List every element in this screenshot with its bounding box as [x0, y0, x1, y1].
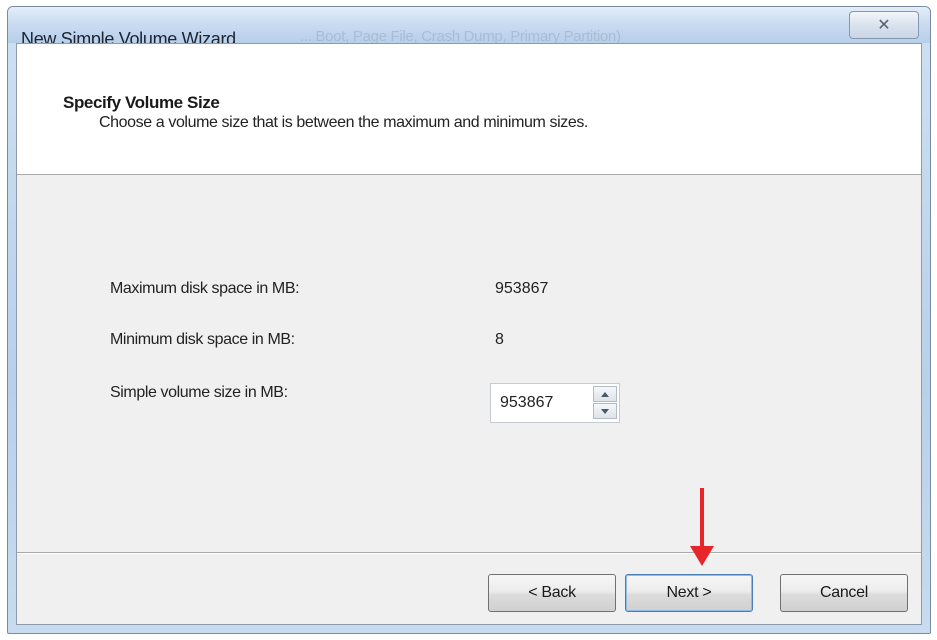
- spin-down-button[interactable]: [593, 403, 617, 419]
- volume-size-stepper: [490, 383, 620, 423]
- page-subtitle: Choose a volume size that is between the…: [99, 114, 588, 131]
- back-button[interactable]: < Back: [488, 574, 616, 612]
- footer-divider: [17, 552, 921, 554]
- max-space-value: 953867: [495, 280, 549, 297]
- close-icon: ✕: [877, 17, 891, 34]
- min-space-label: Minimum disk space in MB:: [110, 331, 295, 348]
- spin-buttons: [593, 386, 617, 420]
- volume-size-input[interactable]: [491, 384, 592, 422]
- red-arrow-icon: [690, 488, 714, 566]
- min-space-value: 8: [495, 331, 504, 348]
- next-button[interactable]: Next >: [625, 574, 753, 612]
- up-arrow-icon: [601, 391, 609, 397]
- volume-size-label: Simple volume size in MB:: [110, 384, 288, 401]
- cancel-button[interactable]: Cancel: [780, 574, 908, 612]
- wizard-client-area: Specify Volume Size Choose a volume size…: [16, 43, 922, 625]
- close-button[interactable]: ✕: [849, 11, 919, 39]
- down-arrow-icon: [601, 408, 609, 414]
- page-title: Specify Volume Size: [63, 93, 220, 112]
- wizard-header: Specify Volume Size Choose a volume size…: [17, 44, 921, 175]
- spin-up-button[interactable]: [593, 386, 617, 402]
- wizard-window: New Simple Volume Wizard ... Boot, Page …: [7, 6, 931, 634]
- title-bar[interactable]: New Simple Volume Wizard ... Boot, Page …: [8, 7, 930, 49]
- max-space-label: Maximum disk space in MB:: [110, 280, 300, 297]
